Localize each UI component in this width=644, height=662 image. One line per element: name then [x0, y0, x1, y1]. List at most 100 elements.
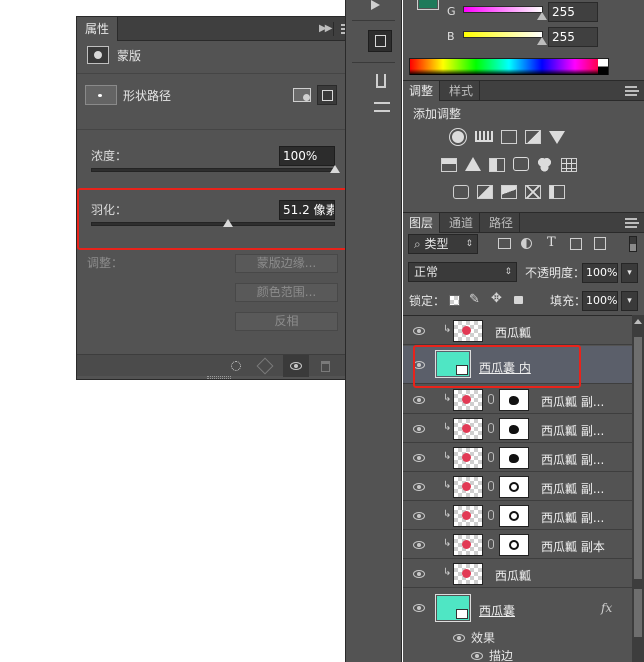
clip-arrow-icon: ↳	[443, 324, 452, 335]
channel-mixer-icon[interactable]	[537, 157, 552, 172]
visibility-eye-icon[interactable]	[413, 396, 425, 404]
layer-row[interactable]: ↳ 西瓜瓤 副...	[403, 443, 632, 472]
fill-dropdown[interactable]: ▾	[621, 291, 638, 311]
curves-icon[interactable]	[501, 130, 517, 144]
layer-mask-thumbnail[interactable]	[499, 418, 529, 440]
lock-transparent-icon[interactable]	[449, 295, 460, 306]
color-range-button[interactable]: 颜色范围...	[235, 283, 338, 302]
apply-mask-icon[interactable]	[256, 357, 274, 375]
invert-adjust-icon[interactable]	[453, 185, 469, 199]
load-selection-icon[interactable]	[231, 361, 241, 371]
blend-mode-select[interactable]: 正常 ⇕	[408, 262, 517, 282]
visibility-eye-icon[interactable]	[413, 454, 425, 462]
color-balance-icon[interactable]	[465, 157, 481, 171]
visibility-eye-icon[interactable]	[413, 483, 425, 491]
layer-mask-thumbnail[interactable]	[499, 534, 529, 556]
layer-row[interactable]: 西瓜囊 fx	[403, 589, 632, 627]
lock-all-icon[interactable]	[514, 296, 523, 304]
layer-row[interactable]: ↳ 西瓜瓤	[403, 559, 632, 588]
layer-row[interactable]: ↳ 西瓜瓤 副...	[403, 385, 632, 414]
tab-style[interactable]: 样式	[443, 81, 481, 101]
adjustment-filter-icon[interactable]	[521, 238, 532, 249]
density-slider-thumb[interactable]	[330, 165, 340, 173]
levels-icon[interactable]	[475, 131, 493, 142]
selective-color-icon[interactable]	[525, 185, 541, 199]
layer-thumbnail	[453, 418, 483, 440]
density-field[interactable]: 100%	[279, 146, 335, 166]
layers-panel-menu-icon[interactable]	[625, 218, 639, 228]
brightness-icon[interactable]	[452, 131, 464, 143]
tab-layers[interactable]: 图层	[403, 213, 441, 233]
posterize-icon[interactable]	[477, 185, 493, 199]
resize-grip[interactable]	[207, 376, 231, 379]
b-channel-field[interactable]: 255	[548, 27, 598, 47]
delete-mask-icon[interactable]	[321, 361, 330, 372]
add-mask-icon[interactable]	[293, 88, 311, 102]
tab-paths[interactable]: 路径	[483, 213, 521, 233]
layer-name: 西瓜瓤	[495, 326, 532, 340]
gradient-map-icon[interactable]	[549, 185, 565, 199]
layer-mask-thumbnail[interactable]	[499, 505, 529, 527]
density-slider-track[interactable]	[91, 168, 335, 172]
layer-mask-thumbnail[interactable]	[499, 447, 529, 469]
tab-adjust[interactable]: 调整	[403, 81, 441, 101]
stroke-eye-icon[interactable]	[471, 652, 483, 660]
vibrance-icon[interactable]	[549, 131, 565, 144]
pixel-filter-icon[interactable]	[498, 238, 511, 249]
visibility-eye-icon[interactable]	[413, 327, 425, 335]
select-path-icon[interactable]	[317, 85, 337, 105]
g-channel-thumb[interactable]	[537, 12, 547, 20]
visibility-eye-icon[interactable]	[413, 570, 425, 578]
fill-field[interactable]: 100%	[582, 291, 618, 311]
type-filter-icon[interactable]: T	[547, 235, 556, 250]
layer-row[interactable]: ↳ 西瓜瓤	[403, 316, 632, 345]
adjust-panel-menu-icon[interactable]	[625, 86, 639, 96]
layers-scrollbar[interactable]	[632, 315, 644, 662]
tab-channels[interactable]: 通道	[443, 213, 481, 233]
properties-toggle-icon[interactable]	[368, 30, 392, 52]
layer-mask-thumbnail[interactable]	[499, 476, 529, 498]
lock-position-icon[interactable]: ✥	[491, 291, 502, 306]
opacity-field[interactable]: 100%	[582, 263, 618, 283]
brush-tool-icon[interactable]	[376, 74, 386, 88]
photo-filter-icon[interactable]	[513, 157, 529, 171]
threshold-icon[interactable]	[501, 185, 517, 199]
filter-kind: 类型	[424, 237, 449, 251]
black-white-icon[interactable]	[489, 158, 505, 172]
layer-row[interactable]: ↳ 西瓜瓤 副...	[403, 472, 632, 501]
sliders-icon[interactable]	[374, 102, 390, 112]
mask-edge-button[interactable]: 蒙版边缘...	[235, 254, 338, 273]
filter-toggle[interactable]	[629, 236, 637, 252]
b-channel-thumb[interactable]	[537, 37, 547, 45]
layer-row[interactable]: ↳ 西瓜瓤 副...	[403, 414, 632, 443]
opacity-dropdown[interactable]: ▾	[621, 263, 638, 283]
b-channel-slider[interactable]	[463, 31, 543, 38]
lock-image-icon[interactable]: ✎	[469, 292, 480, 307]
smart-object-filter-icon[interactable]	[594, 237, 606, 250]
effects-eye-icon[interactable]	[453, 634, 465, 642]
layer-mask-thumbnail[interactable]	[499, 389, 529, 411]
exposure-icon[interactable]	[525, 130, 541, 144]
collapse-icon[interactable]: ▶▶	[319, 23, 332, 34]
layer-filter-select[interactable]: ⌕ 类型 ⇕	[408, 234, 478, 254]
g-channel-field[interactable]: 255	[548, 2, 598, 22]
g-channel-slider[interactable]	[463, 6, 543, 13]
layer-row[interactable]: ↳ 西瓜瓤 副...	[403, 501, 632, 530]
visibility-eye-icon[interactable]	[413, 512, 425, 520]
tab-properties[interactable]: 属性	[77, 17, 119, 41]
visibility-eye-icon[interactable]	[413, 541, 425, 549]
visibility-eye-icon[interactable]	[413, 604, 425, 612]
fx-label[interactable]: fx	[601, 601, 612, 615]
foreground-color-swatch[interactable]	[417, 0, 439, 10]
invert-button[interactable]: 反相	[235, 312, 338, 331]
shape-filter-icon[interactable]	[570, 238, 582, 250]
visibility-eye-icon[interactable]	[413, 425, 425, 433]
link-icon	[488, 394, 494, 404]
play-icon[interactable]	[371, 0, 380, 10]
shape-path-thumbnail[interactable]	[85, 85, 117, 105]
color-spectrum-bar[interactable]	[409, 58, 609, 75]
toggle-mask-visibility-icon[interactable]	[290, 362, 302, 370]
layer-row[interactable]: ↳ 西瓜瓤 副本	[403, 530, 632, 559]
color-lookup-icon[interactable]	[561, 158, 577, 172]
hue-saturation-icon[interactable]	[441, 158, 457, 172]
